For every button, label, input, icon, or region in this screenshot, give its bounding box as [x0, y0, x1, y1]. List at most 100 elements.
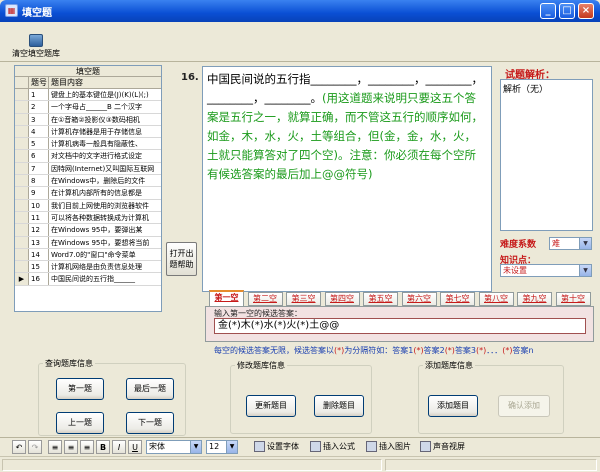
row-content: 一个字母占______B 二个汉字	[51, 103, 143, 112]
difficulty-select[interactable]: 难 ▼	[549, 237, 592, 250]
bold-button[interactable]: B	[96, 440, 110, 454]
tab-blank-9[interactable]: 第九空	[517, 292, 552, 306]
blank-answer-input[interactable]: 金(*)木(*)水(*)火(*)土@@	[214, 318, 586, 334]
insert-image-button[interactable]: 插入图片	[366, 440, 424, 454]
align-right-icon[interactable]: ≡	[80, 440, 94, 454]
underline-button[interactable]: U	[128, 440, 142, 454]
hint-separator: (*)	[334, 346, 345, 355]
tab-blank-3[interactable]: 第三空	[286, 292, 321, 306]
chevron-down-icon[interactable]: ▼	[579, 265, 591, 276]
row-content: 中国民间说的五行指______	[51, 275, 135, 284]
tab-blank-10[interactable]: 第十空	[555, 292, 591, 306]
table-row[interactable]: 8 在Windows中，删除后的文件	[15, 175, 161, 188]
table-row[interactable]: 15 计算机网络是由负责信息处理	[15, 261, 161, 274]
row-selector[interactable]: ▶	[15, 273, 29, 285]
confirm-add-button[interactable]: 确认添加	[498, 395, 550, 417]
font-family-select[interactable]: 宋体 ▼	[146, 440, 202, 454]
row-selector[interactable]	[15, 236, 29, 248]
row-selector[interactable]	[15, 187, 29, 199]
tab-blank-5[interactable]: 第五空	[363, 292, 398, 306]
row-selector[interactable]	[15, 248, 29, 261]
col-header-num[interactable]: 题号	[29, 77, 49, 88]
row-content: 可以将各种数据转换成为计算机	[51, 213, 149, 222]
close-button[interactable]: ×	[578, 3, 594, 19]
difficulty-value: 难	[552, 239, 560, 248]
hint-separator: (*)	[502, 346, 513, 355]
align-center-icon[interactable]: ≡	[64, 440, 78, 454]
chevron-down-icon[interactable]: ▼	[579, 238, 591, 249]
hint-text: 每空的候选答案无限，候选答案以	[214, 346, 334, 355]
row-selector[interactable]	[15, 175, 29, 187]
table-row[interactable]: 6 对文档中的文字进行格式设定	[15, 150, 161, 163]
row-selector[interactable]	[15, 211, 29, 224]
hint-separator: (*)	[476, 346, 487, 355]
table-row[interactable]: 12 在Windows 95中，要弹出某	[15, 224, 161, 237]
row-selector[interactable]	[15, 138, 29, 150]
open-help-button[interactable]: 打开出 题帮助	[166, 242, 197, 276]
last-question-button[interactable]: 最后一题	[126, 378, 174, 400]
tab-blank-8[interactable]: 第八空	[478, 292, 514, 306]
next-question-button[interactable]: 下一题	[126, 412, 174, 434]
col-header-content[interactable]: 题目内容	[49, 77, 161, 88]
prev-question-button[interactable]: 上一题	[56, 412, 104, 434]
analysis-content: 解析（无）	[503, 85, 549, 95]
tab-blank-4[interactable]: 第四空	[324, 292, 360, 306]
table-row[interactable]: 5 计算机病毒一般具有隐蔽性、	[15, 138, 161, 151]
voice-video-button[interactable]: 声音视屏	[420, 440, 480, 454]
row-selector[interactable]	[15, 224, 29, 236]
question-list-grid[interactable]: 填空题 题号 题目内容 1 键盘上的基本键位是(J)(K)(L)(;) 2 一个字母占…	[14, 65, 162, 312]
redo-icon[interactable]: ↷	[28, 440, 42, 454]
insert-formula-button[interactable]: 插入公式	[310, 440, 368, 454]
row-num: 15	[29, 261, 49, 273]
update-question-button[interactable]: 更新题目	[246, 395, 296, 417]
table-row[interactable]: 14 Word7.0的"窗口"命令菜单	[15, 248, 161, 262]
undo-icon[interactable]: ↶	[12, 440, 26, 454]
sound-icon	[420, 441, 431, 452]
table-row[interactable]: 11 可以将各种数据转换成为计算机	[15, 211, 161, 225]
tab-blank-7[interactable]: 第七空	[440, 292, 475, 306]
table-row[interactable]: ▶ 16 中国民间说的五行指______	[15, 273, 161, 286]
row-selector[interactable]	[15, 101, 29, 113]
italic-button[interactable]: I	[112, 440, 126, 454]
row-selector[interactable]	[15, 199, 29, 211]
delete-question-button[interactable]: 删除题目	[314, 395, 364, 417]
minimize-button[interactable]: _	[540, 3, 556, 19]
first-question-button[interactable]: 第一题	[56, 378, 104, 400]
font-size-select[interactable]: 12 ▼	[206, 440, 238, 454]
tab-blank-6[interactable]: 第六空	[401, 292, 437, 306]
maximize-button[interactable]: □	[559, 3, 575, 19]
chevron-down-icon[interactable]: ▼	[226, 441, 237, 453]
table-row[interactable]: 9 在计算机内部所有的信息都是	[15, 187, 161, 200]
voice-video-label: 声音视屏	[433, 442, 465, 451]
row-selector[interactable]	[15, 113, 29, 125]
tab-blank-2[interactable]: 第二空	[247, 292, 283, 306]
row-selector[interactable]	[15, 162, 29, 175]
table-row[interactable]: 2 一个字母占______B 二个汉字	[15, 101, 161, 114]
row-num: 11	[29, 211, 49, 224]
grid-caption: 填空题	[15, 66, 161, 77]
table-row[interactable]: 1 键盘上的基本键位是(J)(K)(L)(;)	[15, 89, 161, 102]
help-line1: 打开出	[169, 249, 194, 258]
row-selector[interactable]	[15, 125, 29, 138]
chevron-down-icon[interactable]: ▼	[190, 441, 201, 453]
hint-separator: (*)	[444, 346, 455, 355]
knowledge-value: 未设置	[503, 266, 527, 275]
add-question-button[interactable]: 添加题目	[428, 395, 478, 417]
hint-text: 为分隔符如：答案1	[344, 346, 414, 355]
table-row[interactable]: 4 计算机存储器是用于存储信息	[15, 125, 161, 139]
clear-bank-button[interactable]: 清空填空题库	[8, 34, 64, 60]
tab-blank-1[interactable]: 第一空	[209, 290, 244, 307]
row-selector[interactable]	[15, 261, 29, 273]
table-row[interactable]: 7 因特网(Internet)又叫国际互联网	[15, 162, 161, 176]
row-selector[interactable]	[15, 89, 29, 101]
table-row[interactable]: 10 我们目前上网使用的浏览器软件	[15, 199, 161, 212]
align-left-icon[interactable]: ≡	[48, 440, 62, 454]
row-selector[interactable]	[15, 150, 29, 162]
set-font-button[interactable]: 设置字体	[254, 440, 304, 454]
question-editor[interactable]: 中国民间说的五行指________，________，________，____…	[202, 66, 492, 292]
table-row[interactable]: 3 在①音箱②投影仪③数码相机	[15, 113, 161, 126]
font-icon	[254, 441, 265, 452]
analysis-textarea[interactable]: 解析（无）	[500, 79, 593, 231]
table-row[interactable]: 13 在Windows 95中，要想将当前	[15, 236, 161, 249]
knowledge-select[interactable]: 未设置 ▼	[500, 264, 592, 277]
